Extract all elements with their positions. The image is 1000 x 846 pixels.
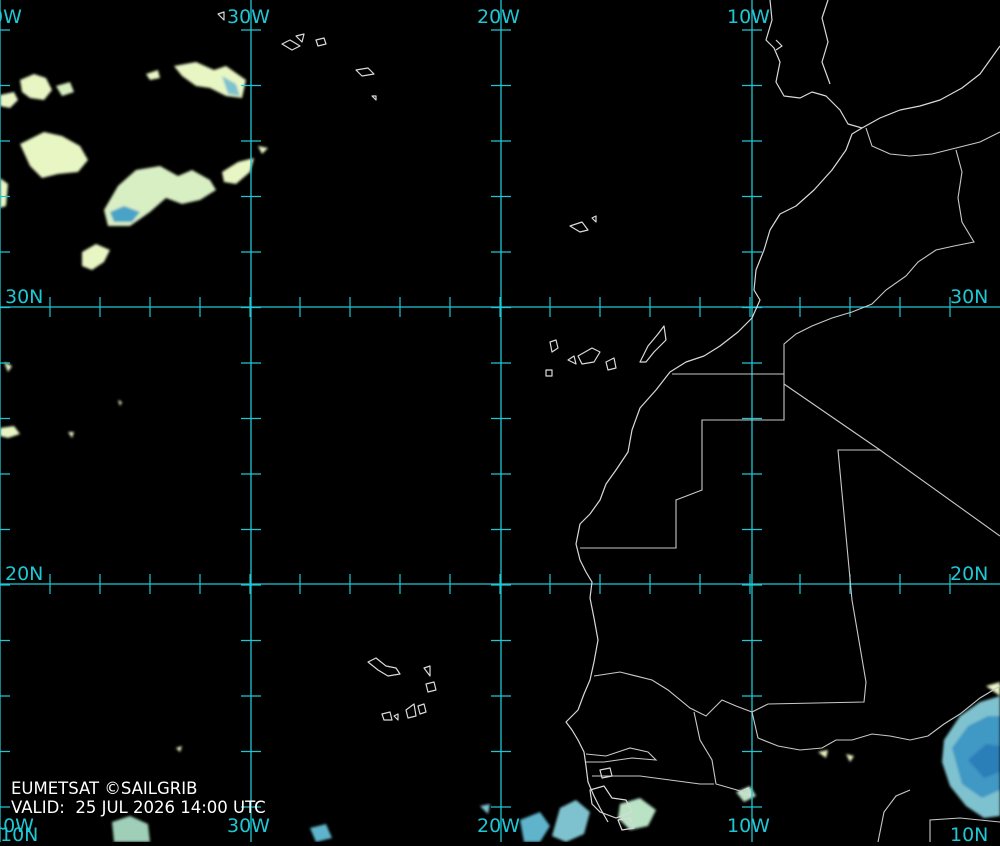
lat-label-left-20n: 20N bbox=[5, 563, 44, 585]
valid-time-line: VALID: 25 JUL 2026 14:00 UTC bbox=[11, 799, 266, 817]
lat-lon-grid bbox=[0, 0, 1000, 842]
coastlines bbox=[217, 0, 1000, 842]
lon-label-top-30w: 30W bbox=[227, 6, 270, 28]
satellite-map[interactable]: 0W 30W 20W 10W 30N 30N 20N 20N 10N 10N 4… bbox=[0, 0, 1000, 846]
lat-label-right-30n: 30N bbox=[950, 286, 989, 308]
lat-label-right-10n: 10N bbox=[950, 824, 989, 846]
map-canvas bbox=[0, 0, 1000, 842]
cloud-layer bbox=[0, 62, 1000, 842]
valid-label: VALID: bbox=[11, 798, 65, 817]
lat-label-left-30n: 30N bbox=[5, 286, 44, 308]
lon-label-bottom-30w: 30W bbox=[227, 815, 270, 837]
credit-text: EUMETSAT ©SAILGRIB bbox=[11, 779, 198, 798]
valid-time: 25 JUL 2026 14:00 UTC bbox=[75, 798, 266, 817]
lon-label-top-20w: 20W bbox=[477, 6, 520, 28]
lon-label-bottom-20w: 20W bbox=[477, 815, 520, 837]
grid-ticks bbox=[0, 29, 951, 808]
lon-label-bottom-40w: 40W bbox=[0, 815, 34, 837]
lat-label-right-20n: 20N bbox=[950, 563, 989, 585]
lon-label-bottom-10w: 10W bbox=[727, 815, 770, 837]
lon-label-top-10w: 10W bbox=[727, 6, 770, 28]
lon-label-top-0: 0W bbox=[0, 6, 22, 28]
